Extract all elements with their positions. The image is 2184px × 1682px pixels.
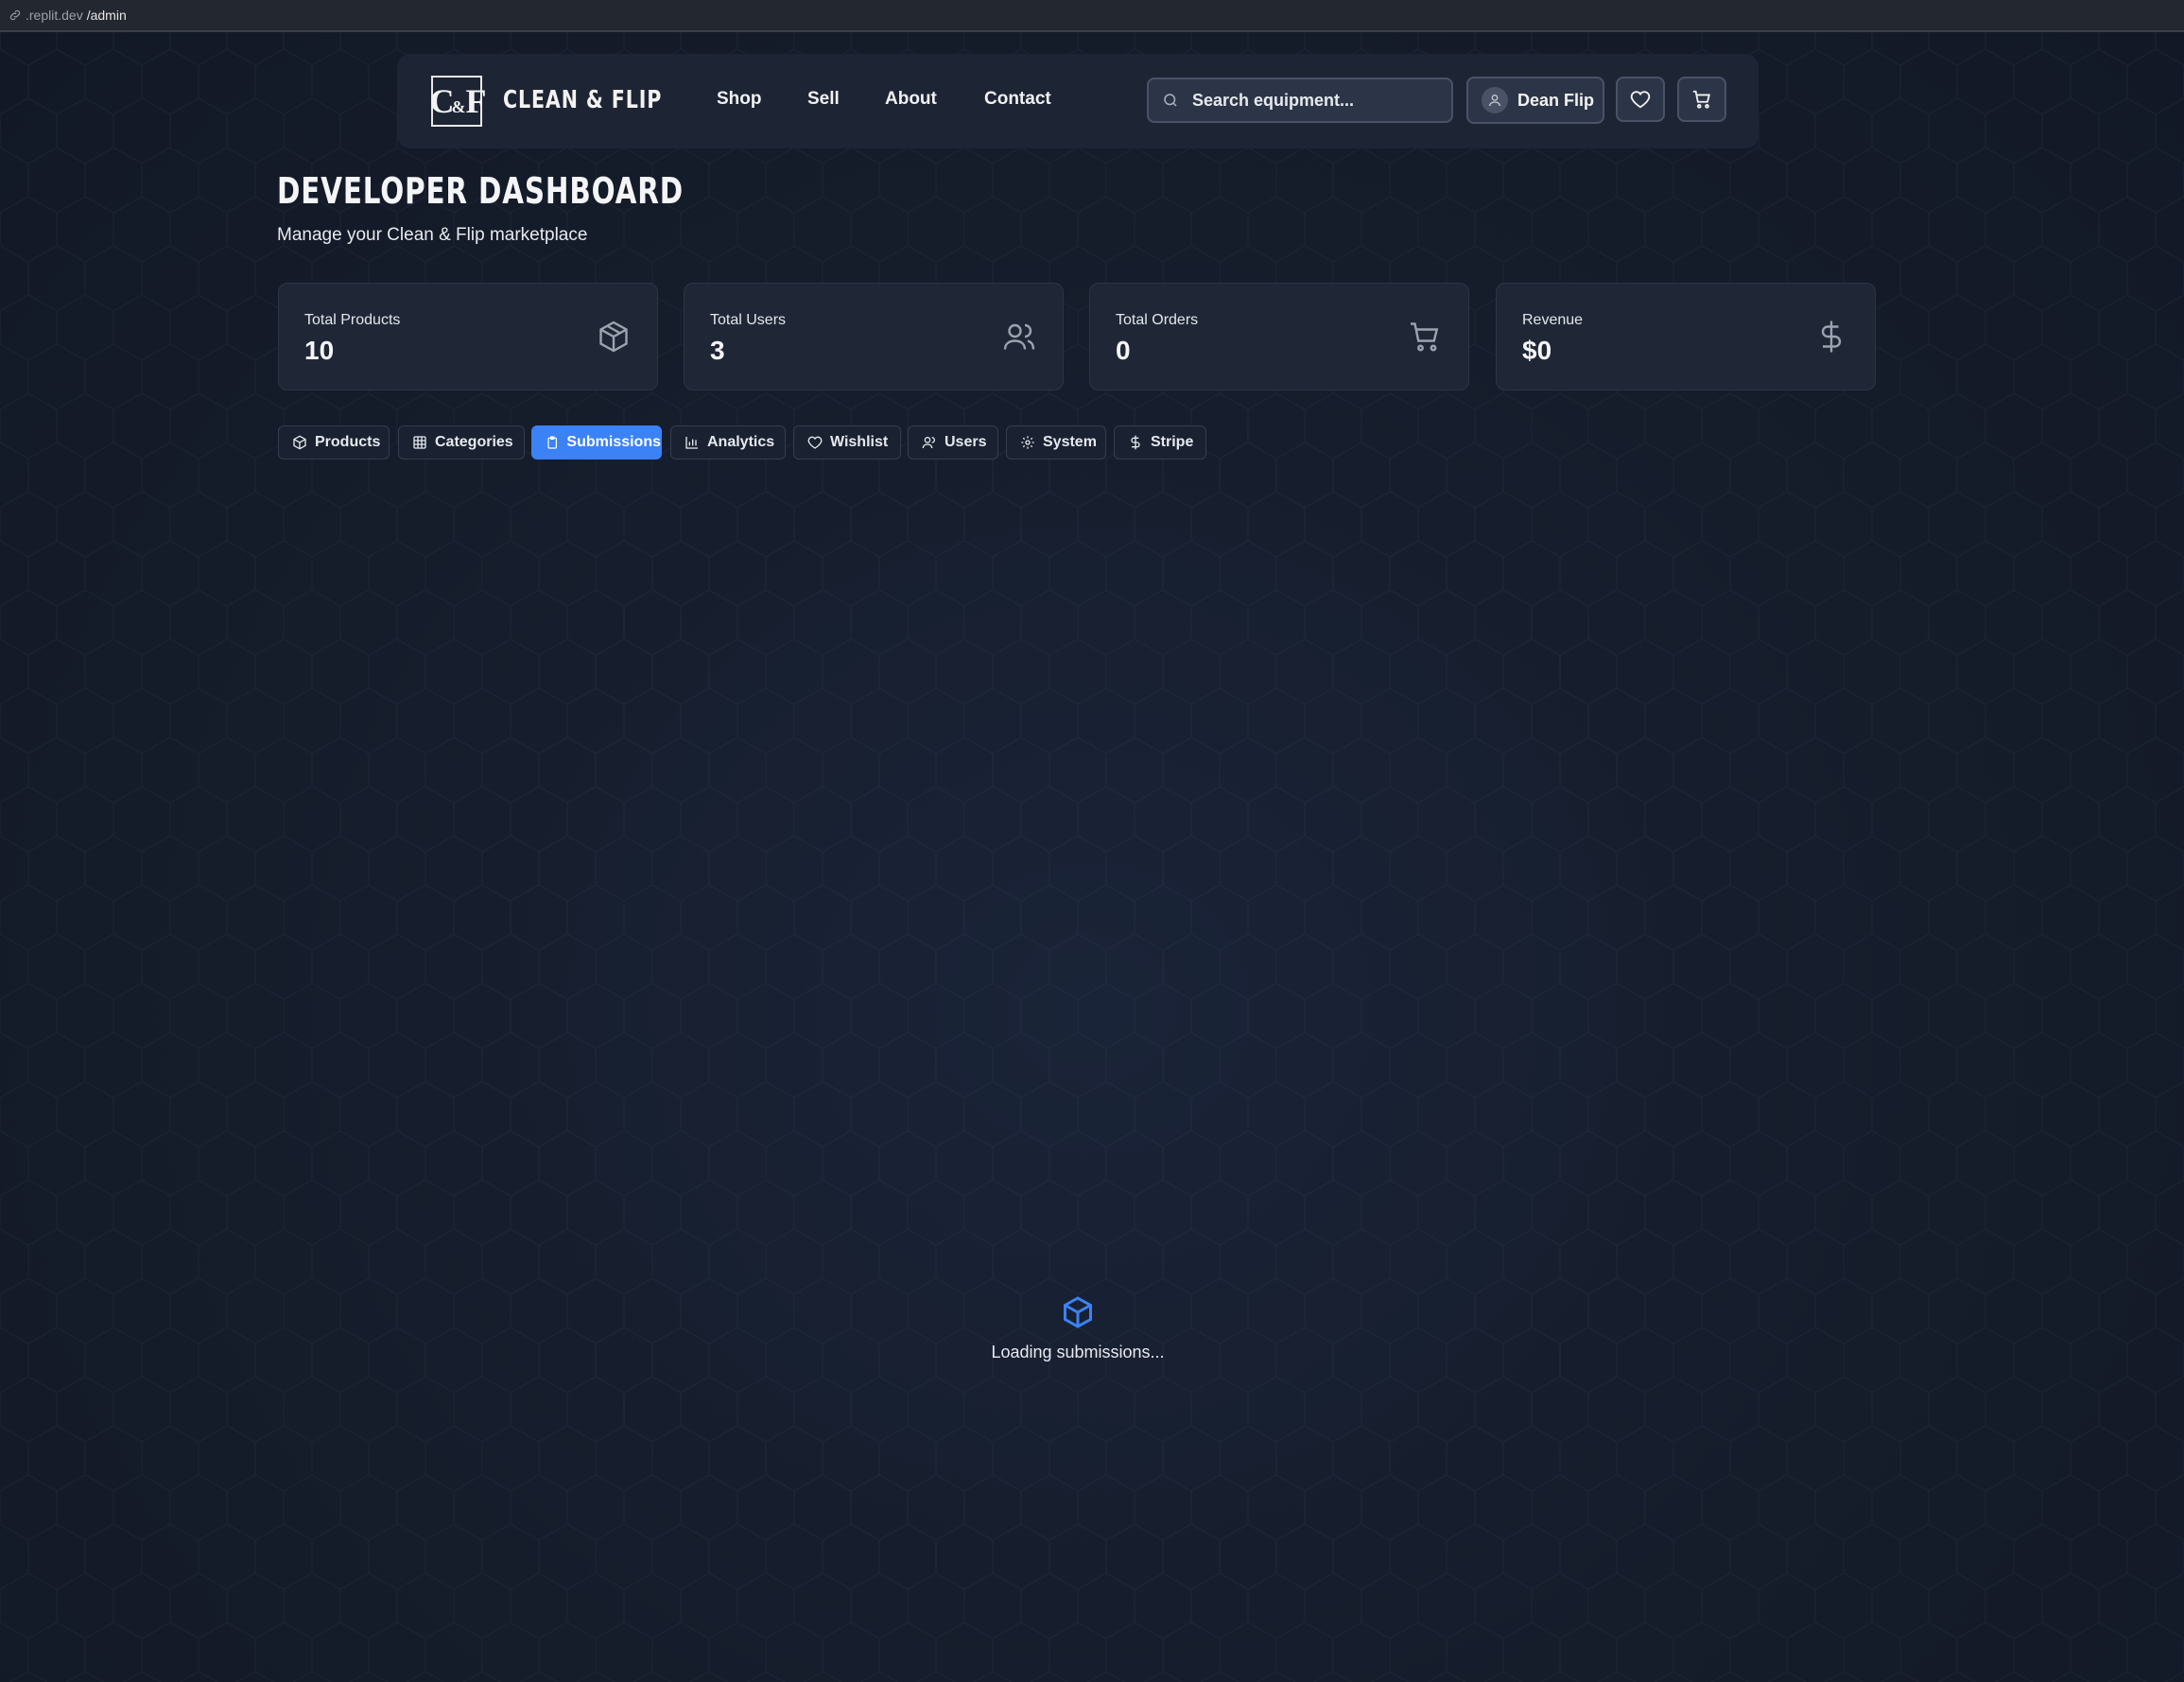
- stat-label: Total Orders: [1116, 312, 1199, 328]
- nav-link-about[interactable]: About: [885, 89, 937, 110]
- tab-stripe[interactable]: Stripe: [1114, 425, 1206, 460]
- package-icon: [293, 435, 306, 450]
- stat-label: Revenue: [1522, 312, 1584, 328]
- top-navbar: C & F CLEAN & FLIP Shop Sell About Contact…: [397, 54, 1759, 148]
- stat-value: 0: [1116, 336, 1131, 365]
- avatar: [1482, 87, 1508, 113]
- clipboard-icon: [547, 436, 558, 449]
- dollar-icon: [1131, 435, 1140, 450]
- nav-link-shop[interactable]: Shop: [717, 89, 762, 110]
- heart-icon: [1630, 91, 1651, 109]
- cart-icon: [1411, 322, 1439, 352]
- nav-link-contact[interactable]: Contact: [984, 89, 1051, 110]
- tab-products[interactable]: Products: [278, 425, 390, 460]
- package-spinner-icon: [1064, 1296, 1092, 1328]
- tab-wishlist[interactable]: Wishlist: [793, 425, 901, 460]
- loading-state: Loading submissions...: [945, 1295, 1210, 1362]
- page-subtitle: Manage your Clean & Flip marketplace: [277, 225, 588, 245]
- stat-card-orders: Total Orders 0: [1089, 283, 1469, 390]
- tab-label: Products: [315, 434, 381, 450]
- tab-label: Analytics: [707, 434, 775, 450]
- search-icon: [1164, 94, 1177, 107]
- gear-icon: [1021, 436, 1034, 449]
- tab-label: Submissions: [566, 434, 661, 450]
- stat-value: 3: [710, 336, 725, 365]
- search-box: [1147, 78, 1453, 123]
- admin-page: .replit.dev/admin C & F CLEAN & FLIP Shop …: [0, 0, 2184, 1682]
- user-icon: [1489, 95, 1500, 107]
- grid-icon: [413, 436, 426, 449]
- address-bar[interactable]: .replit.dev/admin: [0, 0, 2184, 32]
- page-title: DEVELOPER DASHBOARD: [277, 170, 685, 212]
- brand-name[interactable]: CLEAN & FLIP: [503, 86, 662, 114]
- cart-icon: [1692, 90, 1710, 109]
- stat-label: Total Users: [710, 312, 787, 328]
- hex-background-pattern: [0, 0, 2184, 1682]
- tab-users[interactable]: Users: [908, 425, 998, 460]
- loading-message: Loading submissions...: [991, 1343, 1165, 1361]
- brand-logo[interactable]: C & F: [430, 76, 487, 127]
- stat-card-revenue: Revenue $0: [1496, 283, 1876, 390]
- link-icon: [9, 9, 21, 21]
- bar-chart-icon: [685, 437, 698, 449]
- tab-analytics[interactable]: Analytics: [670, 425, 786, 460]
- users-icon: [922, 437, 935, 449]
- heart-icon: [807, 436, 823, 449]
- search-input[interactable]: [1190, 89, 1440, 112]
- wishlist-button[interactable]: [1616, 77, 1665, 122]
- nav-link-sell[interactable]: Sell: [807, 89, 840, 110]
- tab-label: Categories: [435, 434, 513, 450]
- dollar-icon: [1821, 321, 1842, 353]
- tab-label: Users: [945, 434, 987, 450]
- tab-label: Stripe: [1151, 434, 1194, 450]
- url-path: /admin: [86, 8, 127, 23]
- package-icon: [599, 321, 628, 353]
- cart-button[interactable]: [1677, 77, 1726, 122]
- stat-card-users: Total Users 3: [684, 283, 1064, 390]
- tab-label: Wishlist: [830, 434, 889, 450]
- stat-value: 10: [304, 336, 335, 365]
- tab-system[interactable]: System: [1006, 425, 1106, 460]
- stat-label: Total Products: [304, 312, 401, 328]
- url-domain: .replit.dev: [26, 8, 83, 23]
- users-icon: [1003, 323, 1035, 350]
- user-menu-button[interactable]: Dean Flip: [1466, 77, 1604, 124]
- stat-card-products: Total Products 10: [278, 283, 658, 390]
- tab-categories[interactable]: Categories: [398, 425, 525, 460]
- tab-submissions[interactable]: Submissions: [531, 425, 662, 460]
- stat-value: $0: [1522, 336, 1552, 365]
- user-name: Dean Flip: [1517, 90, 1595, 110]
- tab-label: System: [1043, 434, 1097, 450]
